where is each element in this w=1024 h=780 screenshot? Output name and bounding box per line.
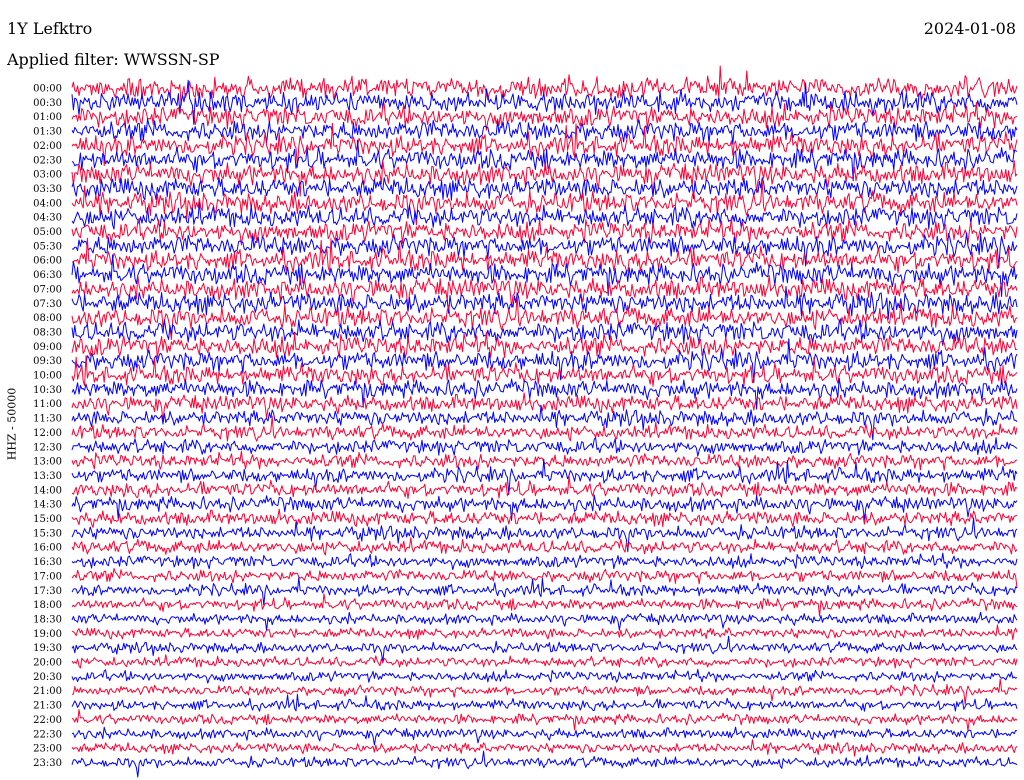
- seismic-trace: [71, 216, 1018, 246]
- time-tick-label: 23:30: [33, 758, 62, 769]
- time-tick-label: 11:30: [33, 414, 62, 425]
- time-tick-label: 19:30: [33, 643, 62, 654]
- time-tick-label: 08:30: [33, 327, 62, 338]
- seismic-trace: [71, 355, 1018, 387]
- seismic-trace: [71, 668, 1018, 684]
- seismic-trace: [71, 275, 1018, 312]
- seismic-trace: [71, 202, 1018, 230]
- seismic-trace: [71, 693, 1018, 712]
- time-tick-label: 00:00: [33, 84, 62, 95]
- seismic-trace: [71, 624, 1018, 641]
- time-tick-label: 22:00: [33, 715, 62, 726]
- time-tick-label: 18:30: [33, 614, 62, 625]
- seismic-trace: [71, 318, 1018, 346]
- seismic-trace: [71, 739, 1018, 757]
- seismic-trace: [71, 577, 1018, 606]
- time-tick-label: 20:00: [33, 658, 62, 669]
- time-tick-label: 13:00: [33, 457, 62, 468]
- time-tick-label: 01:30: [33, 127, 62, 138]
- time-tick-labels: 00:00 00:30 01:00 01:30 02:00 02:30 03:00 03:30…: [33, 84, 62, 769]
- time-tick-label: 23:00: [33, 744, 62, 755]
- time-tick-label: 05:00: [33, 227, 62, 238]
- time-tick-label: 09:00: [33, 342, 62, 353]
- time-tick-label: 01:00: [33, 112, 62, 123]
- time-tick-label: 21:00: [33, 686, 62, 697]
- time-tick-label: 04:00: [33, 198, 62, 209]
- time-tick-label: 06:00: [33, 256, 62, 267]
- time-tick-label: 08:00: [33, 313, 62, 324]
- time-tick-label: 22:30: [33, 729, 62, 740]
- time-tick-label: 11:00: [33, 399, 62, 410]
- time-tick-label: 21:30: [33, 701, 62, 712]
- seismic-trace: [71, 437, 1018, 457]
- time-tick-label: 19:00: [33, 629, 62, 640]
- time-tick-label: 05:30: [33, 241, 62, 252]
- time-tick-label: 02:00: [33, 141, 62, 152]
- seismic-trace: [71, 377, 1018, 410]
- seismic-trace: [71, 654, 1018, 669]
- time-tick-label: 13:30: [33, 471, 62, 482]
- seismic-trace: [71, 611, 1018, 632]
- time-tick-label: 07:30: [33, 299, 62, 310]
- trace-group: [71, 65, 1018, 778]
- seismic-trace: [71, 331, 1018, 359]
- time-tick-label: 17:00: [33, 571, 62, 582]
- seismic-trace: [71, 118, 1018, 145]
- seismic-trace: [71, 552, 1018, 571]
- seismic-trace: [71, 635, 1018, 663]
- time-tick-label: 14:30: [33, 500, 62, 511]
- time-tick-label: 09:30: [33, 356, 62, 367]
- time-tick-label: 17:30: [33, 586, 62, 597]
- time-tick-label: 04:30: [33, 213, 62, 224]
- time-tick-label: 12:30: [33, 442, 62, 453]
- time-tick-label: 06:30: [33, 270, 62, 281]
- time-tick-label: 15:00: [33, 514, 62, 525]
- seismic-trace: [71, 678, 1018, 705]
- seismic-trace: [71, 568, 1018, 589]
- time-tick-label: 16:30: [33, 557, 62, 568]
- time-tick-label: 14:00: [33, 485, 62, 496]
- time-tick-label: 18:00: [33, 600, 62, 611]
- time-tick-label: 16:00: [33, 543, 62, 554]
- seismic-trace: [71, 593, 1018, 617]
- seismic-trace: [71, 750, 1018, 778]
- time-tick-label: 03:00: [33, 170, 62, 181]
- seismic-trace: [71, 286, 1018, 320]
- seismic-trace: [71, 232, 1018, 269]
- time-tick-label: 10:30: [33, 385, 62, 396]
- time-tick-label: 00:30: [33, 98, 62, 109]
- seismic-trace: [71, 709, 1018, 732]
- seismic-trace: [71, 726, 1018, 746]
- time-tick-label: 03:30: [33, 184, 62, 195]
- time-tick-label: 10:00: [33, 371, 62, 382]
- time-tick-label: 20:30: [33, 672, 62, 683]
- seismic-trace: [71, 475, 1018, 500]
- time-tick-label: 02:30: [33, 155, 62, 166]
- seismic-trace: [71, 508, 1018, 528]
- helicorder-plot: 00:00 00:30 01:00 01:30 02:00 02:30 03:00 03:30…: [33, 65, 1018, 778]
- seismic-trace: [71, 537, 1018, 556]
- time-tick-label: 15:30: [33, 528, 62, 539]
- time-tick-label: 12:00: [33, 428, 62, 439]
- time-tick-label: 07:00: [33, 284, 62, 295]
- seismic-trace: [71, 237, 1018, 274]
